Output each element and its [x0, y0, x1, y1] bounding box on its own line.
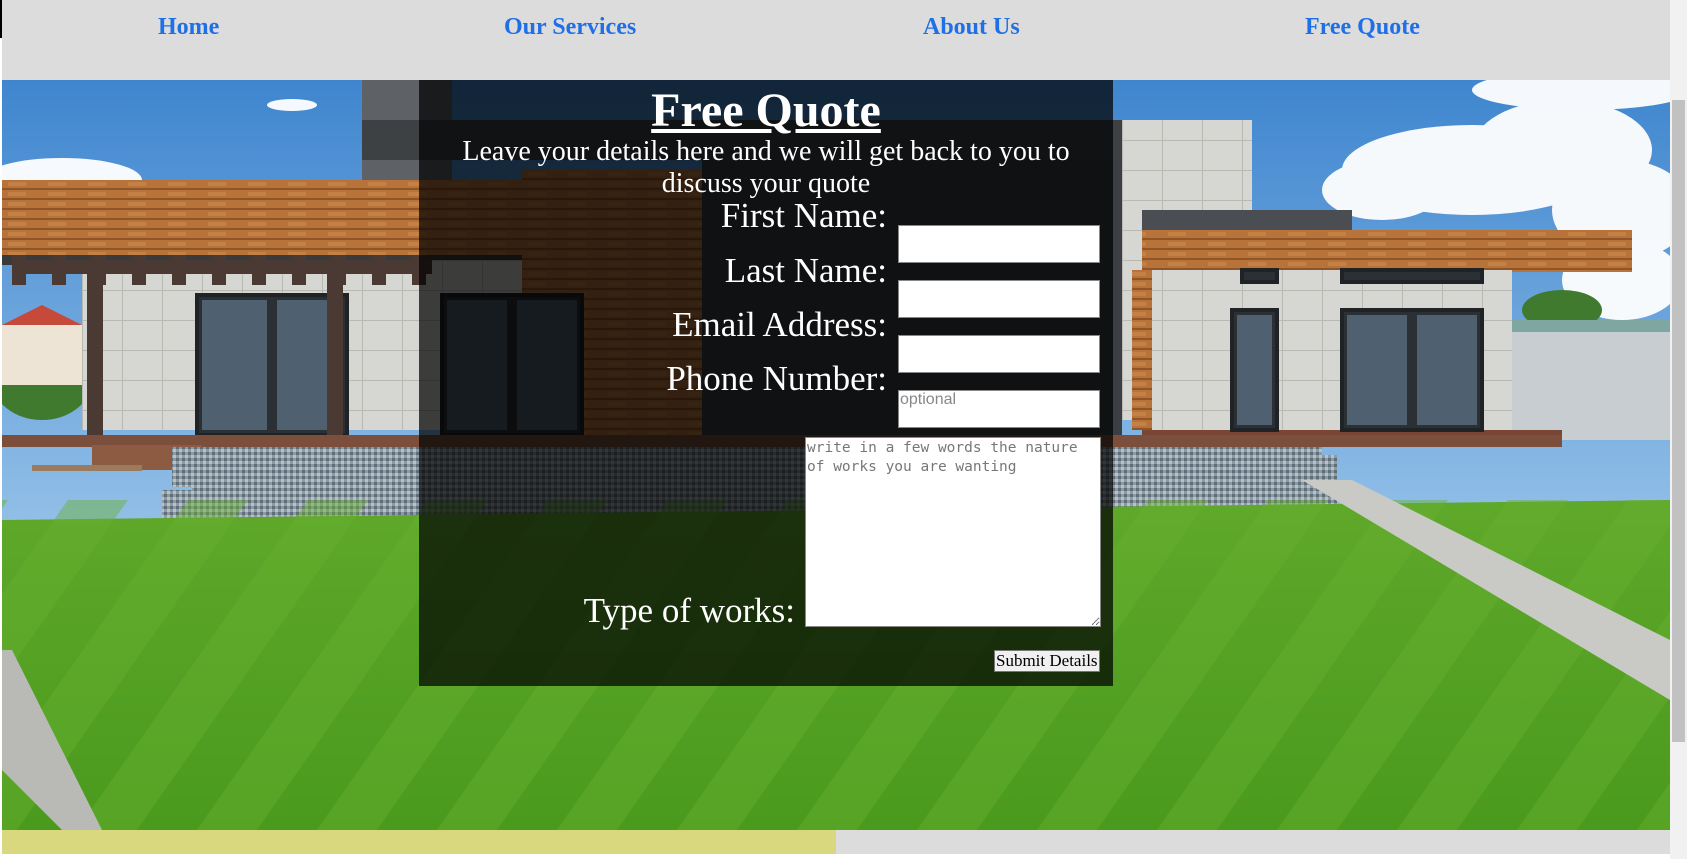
submit-details-button[interactable]: Submit Details — [994, 650, 1100, 672]
email-label: Email Address: — [672, 305, 887, 344]
first-name-label: First Name: — [720, 196, 887, 235]
email-input[interactable] — [898, 335, 1100, 373]
vertical-scrollbar[interactable] — [1670, 0, 1687, 859]
navbar: Home Our Services About Us Free Quote — [2, 0, 1670, 80]
form-subtitle: Leave your details here and we will get … — [462, 136, 1070, 199]
nav-link-free-quote[interactable]: Free Quote — [1305, 14, 1420, 41]
works-label: Type of works: — [583, 591, 795, 630]
nav-link-home[interactable]: Home — [158, 14, 219, 41]
progress-fill — [2, 830, 836, 854]
form-title: Free Quote — [651, 84, 881, 137]
progress-bar — [2, 830, 1670, 854]
browser-viewport: Home Our Services About Us Free Quote Fr… — [0, 0, 1687, 859]
last-name-input[interactable] — [898, 280, 1100, 318]
last-name-label: Last Name: — [724, 251, 887, 290]
page-bottom-edge — [0, 854, 1670, 859]
scrollbar-thumb[interactable] — [1672, 100, 1685, 742]
page: Home Our Services About Us Free Quote Fr… — [0, 0, 1670, 859]
nav-link-about-us[interactable]: About Us — [923, 14, 1020, 41]
free-quote-form: Free Quote Leave your details here and w… — [419, 80, 1113, 686]
phone-input[interactable] — [898, 390, 1100, 428]
works-textarea[interactable] — [805, 437, 1101, 627]
phone-label: Phone Number: — [666, 359, 887, 398]
first-name-input[interactable] — [898, 225, 1100, 263]
nav-link-our-services[interactable]: Our Services — [504, 14, 636, 41]
